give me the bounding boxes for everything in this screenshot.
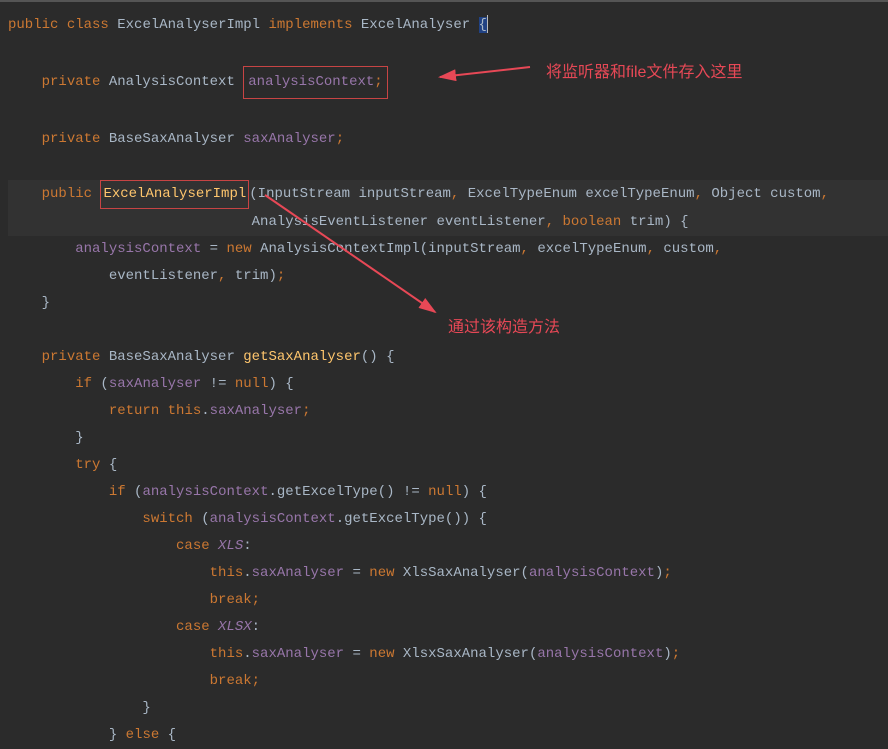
code-line-17: try { <box>8 452 888 479</box>
code-line-25: break; <box>8 668 888 695</box>
highlight-box-method: ExcelAnalyserImpl <box>100 180 249 209</box>
code-line-7: public ExcelAnalyserImpl(InputStream inp… <box>8 180 888 209</box>
code-line-10: eventListener, trim); <box>8 263 888 290</box>
code-line-26: } <box>8 695 888 722</box>
code-line-21: this.saxAnalyser = new XlsSaxAnalyser(an… <box>8 560 888 587</box>
code-line-3: private AnalysisContext analysisContext; <box>8 66 888 99</box>
code-line-1: public class ExcelAnalyserImpl implement… <box>8 12 888 39</box>
highlight-box-field: analysisContext; <box>243 66 387 99</box>
code-line-14: if (saxAnalyser != null) { <box>8 371 888 398</box>
code-line-19: switch (analysisContext.getExcelType()) … <box>8 506 888 533</box>
code-line-6 <box>8 153 888 180</box>
code-line-13: private BaseSaxAnalyser getSaxAnalyser()… <box>8 344 888 371</box>
code-line-23: case XLSX: <box>8 614 888 641</box>
code-line-5: private BaseSaxAnalyser saxAnalyser; <box>8 126 888 153</box>
code-editor[interactable]: public class ExcelAnalyserImpl implement… <box>8 12 888 749</box>
code-line-15: return this.saxAnalyser; <box>8 398 888 425</box>
code-line-20: case XLS: <box>8 533 888 560</box>
code-line-16: } <box>8 425 888 452</box>
code-line-4 <box>8 99 888 126</box>
code-line-2 <box>8 39 888 66</box>
code-line-18: if (analysisContext.getExcelType() != nu… <box>8 479 888 506</box>
code-line-22: break; <box>8 587 888 614</box>
code-line-27: } else { <box>8 722 888 749</box>
code-line-9: analysisContext = new AnalysisContextImp… <box>8 236 888 263</box>
code-line-24: this.saxAnalyser = new XlsxSaxAnalyser(a… <box>8 641 888 668</box>
code-line-12 <box>8 317 888 344</box>
code-line-8: AnalysisEventListener eventListener, boo… <box>8 209 888 236</box>
code-line-11: } <box>8 290 888 317</box>
